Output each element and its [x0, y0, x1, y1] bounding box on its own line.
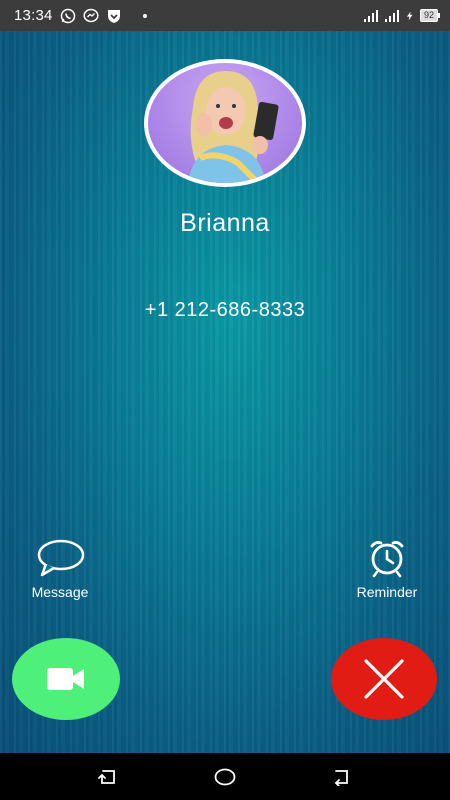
whatsapp-icon [60, 8, 75, 23]
chat-bubble-icon [37, 539, 85, 577]
accept-video-call-button[interactable] [12, 638, 120, 720]
back-icon[interactable] [331, 768, 353, 786]
message-label: Message [31, 584, 89, 600]
avatar-photo [148, 63, 302, 183]
avatar-person-illustration [188, 71, 279, 183]
caller-avatar [144, 59, 306, 187]
navigation-bar [0, 753, 450, 800]
signal-icon [384, 9, 399, 22]
notification-dot [142, 13, 147, 18]
recent-apps-icon[interactable] [97, 768, 119, 786]
status-time: 13:34 [14, 7, 53, 24]
caller-name: Brianna [180, 209, 270, 237]
home-icon[interactable] [213, 767, 237, 787]
reminder-action[interactable]: Reminder [337, 538, 437, 600]
charging-icon [406, 11, 413, 20]
shield-icon [107, 9, 120, 23]
alarm-clock-icon [370, 541, 404, 578]
status-bar: 13:34 92 [0, 0, 450, 31]
message-action[interactable]: Message [10, 538, 110, 600]
signal-icon [363, 9, 378, 22]
reminder-label: Reminder [356, 584, 418, 600]
incoming-call-screen: Brianna +1 212-686-8333 Message Reminder [0, 31, 450, 753]
decline-call-button[interactable] [331, 638, 437, 720]
close-icon [364, 659, 404, 699]
caller-number: +1 212-686-8333 [144, 299, 306, 321]
video-camera-icon [47, 668, 84, 690]
battery-indicator: 92 [419, 9, 441, 22]
messenger-icon [82, 8, 99, 22]
